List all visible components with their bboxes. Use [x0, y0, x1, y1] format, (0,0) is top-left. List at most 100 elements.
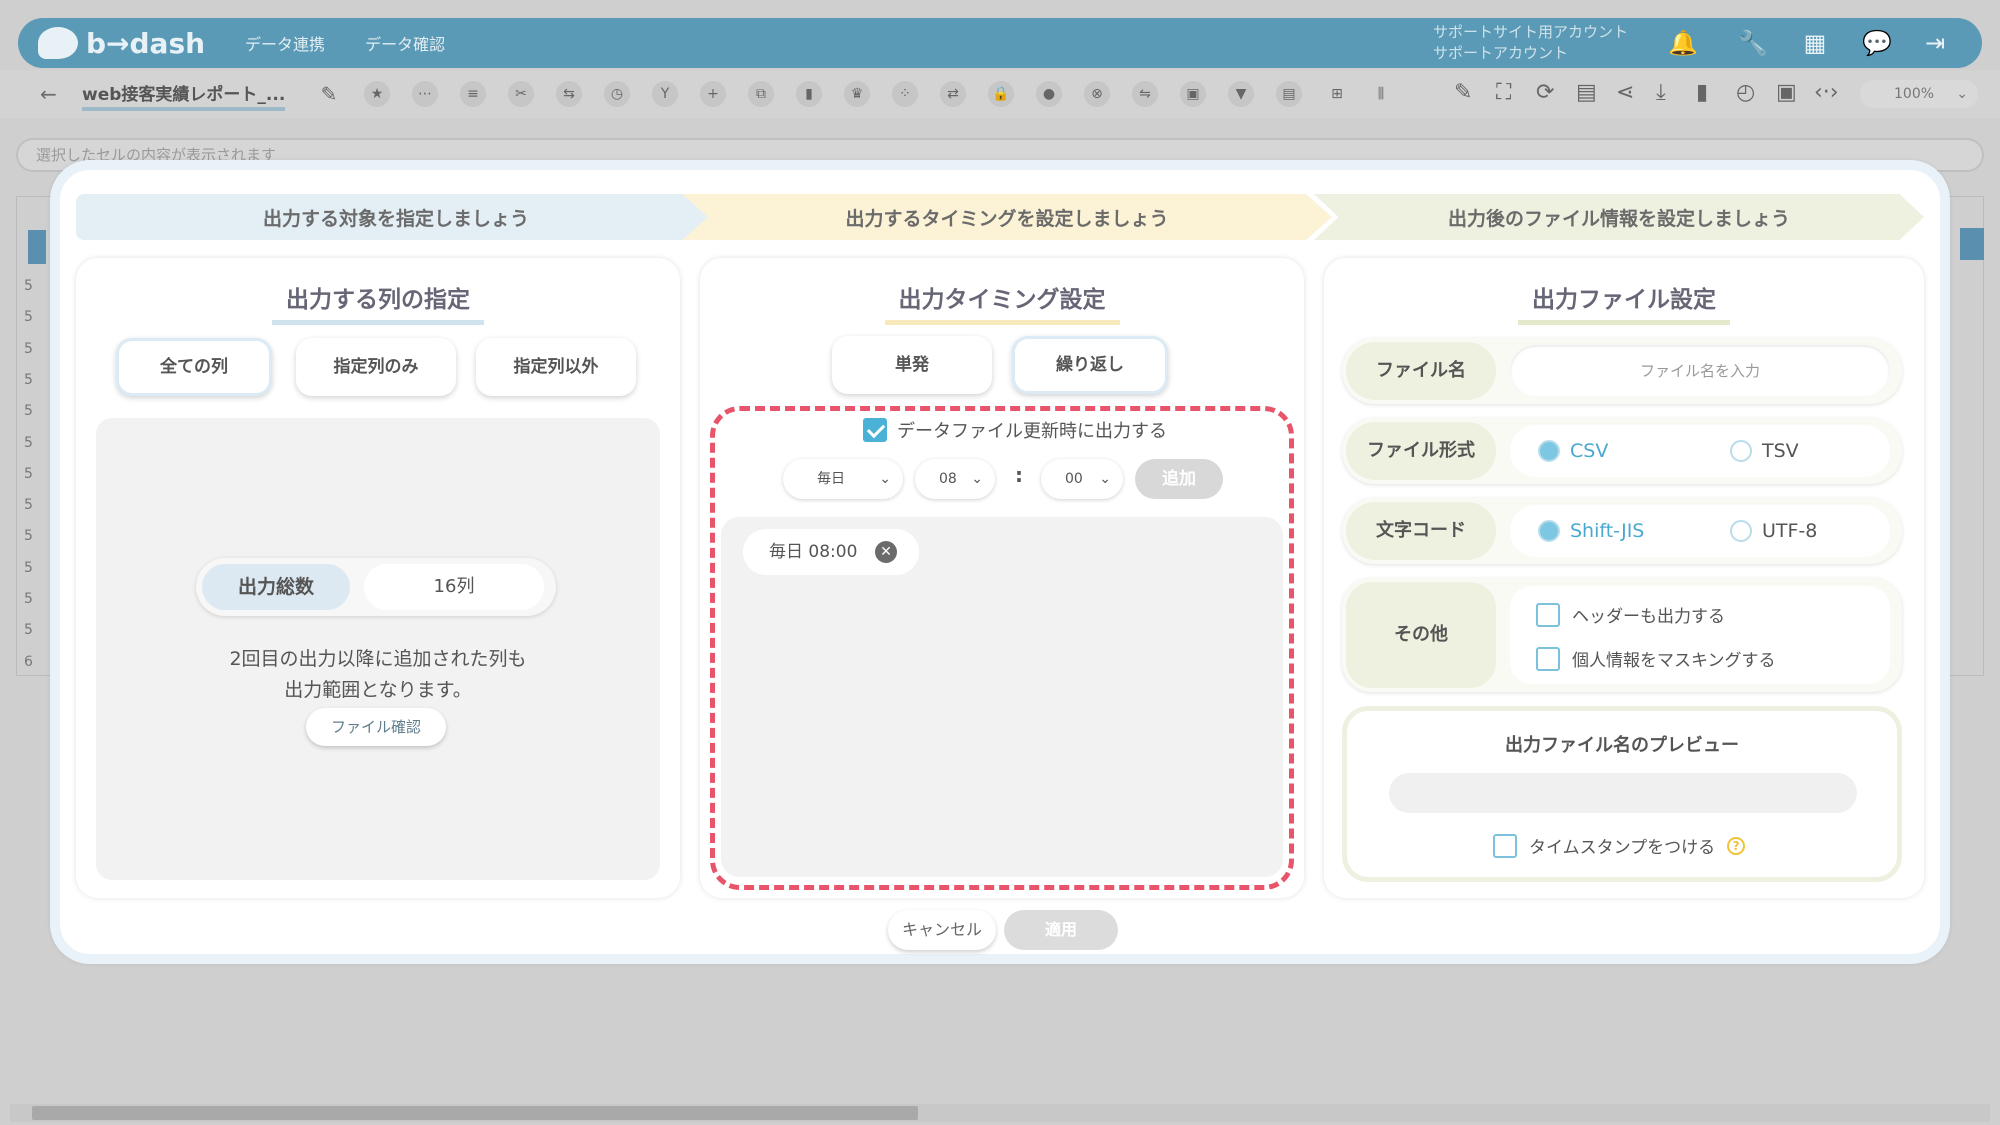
schedule-list: 毎日 08:00 ✕ [721, 517, 1283, 877]
help-icon[interactable]: ? [1727, 836, 1746, 855]
download-icon[interactable]: ⤓ [1656, 80, 1666, 105]
nav-data-link[interactable]: データ連携 [245, 31, 325, 55]
encoding-utf8-radio[interactable]: UTF-8 [1730, 520, 1817, 542]
header-checkbox[interactable] [1536, 602, 1560, 627]
exchange-icon[interactable]: ⇋ [1132, 81, 1158, 107]
history-icon[interactable]: ◴ [1736, 80, 1755, 105]
copy-icon[interactable]: ⧉ [748, 81, 774, 107]
row-number: 5 [24, 371, 33, 388]
file-check-button[interactable]: ファイル確認 [306, 708, 446, 746]
back-arrow-icon[interactable]: ← [40, 82, 57, 106]
format-label: ファイル形式 [1346, 422, 1496, 480]
sync-icon[interactable]: ⟳ [1536, 80, 1554, 105]
code-icon[interactable]: ‹·› [1814, 80, 1839, 105]
branch-icon[interactable]: Y [652, 81, 678, 107]
zoom-value: 100% [1894, 86, 1935, 102]
chat-icon[interactable]: 💬 [1862, 30, 1892, 56]
cancel-button[interactable]: キャンセル [888, 910, 996, 950]
scatter-icon[interactable]: ⁘ [892, 81, 918, 107]
horizontal-scrollbar-thumb[interactable] [32, 1106, 918, 1120]
cut-icon[interactable]: ✂ [508, 81, 534, 107]
zoom-select[interactable]: 100% ⌄ [1860, 80, 1978, 108]
clipboard-icon[interactable]: ▤ [1576, 80, 1597, 105]
wrench-icon[interactable]: 🔧 [1738, 30, 1768, 56]
radio-dot [1730, 520, 1752, 542]
filename-preview: 出力ファイル名のプレビュー タイムスタンプをつける ? [1342, 706, 1902, 882]
account-line-1: サポートサイト用アカウント [1433, 23, 1629, 41]
other-options-row: その他 ヘッダーも出力する 個人情報をマスキングする [1342, 578, 1902, 692]
frequency-select[interactable]: 毎日 ⌄ [783, 459, 903, 499]
report-title[interactable]: web接客実績レポート_... [82, 80, 286, 111]
columns-icon[interactable]: ⫼ [1368, 81, 1394, 107]
frame-icon[interactable]: ▣ [1180, 81, 1206, 107]
step-timing-label: 出力するタイミングを設定しましょう [845, 207, 1169, 230]
timer-icon[interactable]: ◷ [604, 81, 630, 107]
update-trigger-checkbox[interactable] [863, 418, 887, 442]
lock-icon[interactable]: 🔒 [988, 81, 1014, 107]
filter-icon[interactable]: ▼ [1228, 81, 1254, 107]
encoding-row: 文字コード Shift-JIS UTF-8 [1342, 498, 1902, 564]
encoding-sjis-label: Shift-JIS [1570, 520, 1645, 542]
output-settings-modal: 出力する対象を指定しましょう 出力するタイミングを設定しましょう 出力後のファイ… [50, 160, 1950, 964]
more-icon[interactable]: ⋯ [412, 81, 438, 107]
crown-icon[interactable]: ♛ [844, 81, 870, 107]
bag-icon[interactable]: ● [1036, 81, 1062, 107]
logo[interactable]: b→dash [38, 27, 205, 60]
columns-note-line-1: 2回目の出力以降に追加された列も [229, 648, 527, 670]
row-number: 5 [24, 403, 33, 420]
excluded-columns-button[interactable]: 指定列以外 [476, 338, 636, 396]
minute-select[interactable]: 00 ⌄ [1041, 459, 1123, 499]
row-number: 5 [24, 278, 33, 294]
filename-row: ファイル名 ファイル名を入力 [1342, 338, 1902, 404]
plus-icon[interactable]: + [700, 81, 726, 107]
trash-icon[interactable]: ▮ [796, 81, 822, 107]
delete-icon[interactable]: ▮ [1696, 80, 1708, 105]
star-icon[interactable]: ★ [364, 81, 390, 107]
repeat-settings-highlight: データファイル更新時に出力する 毎日 ⌄ 08 ⌄ : 00 ⌄ 追加 毎日 0… [710, 406, 1294, 890]
apply-button[interactable]: 適用 [1004, 910, 1118, 950]
filename-input[interactable]: ファイル名を入力 [1510, 345, 1890, 397]
update-trigger-label: データファイル更新時に出力する [897, 421, 1167, 442]
mask-option-label: 個人情報をマスキングする [1572, 651, 1776, 671]
logout-icon[interactable]: ⇥ [1922, 30, 1948, 56]
format-tsv-radio[interactable]: TSV [1730, 440, 1799, 462]
edit-pencil-icon[interactable]: ✎ [316, 81, 342, 107]
all-columns-button[interactable]: 全ての列 [116, 338, 272, 396]
share-icon[interactable]: ⋖ [1616, 80, 1634, 105]
edit-note-icon[interactable]: ✎ [1454, 80, 1472, 105]
format-csv-radio[interactable]: CSV [1538, 440, 1608, 462]
frequency-value: 毎日 [817, 471, 845, 487]
encoding-label: 文字コード [1346, 502, 1496, 560]
header-option[interactable]: ヘッダーも出力する [1536, 602, 1725, 627]
nav-data-check[interactable]: データ確認 [365, 31, 445, 55]
grid-apps-icon[interactable]: ▦ [1802, 30, 1828, 56]
bell-icon[interactable]: 🔔 [1668, 30, 1698, 56]
account-line-2: サポートアカウント [1433, 44, 1569, 62]
encoding-sjis-radio[interactable]: Shift-JIS [1538, 520, 1644, 542]
mask-option[interactable]: 個人情報をマスキングする [1536, 646, 1776, 671]
list-icon[interactable]: ≡ [460, 81, 486, 107]
account-info[interactable]: サポートサイト用アカウント サポートアカウント [1433, 22, 1628, 64]
chevron-down-icon: ⌄ [971, 471, 983, 487]
close-circle-icon[interactable]: ⊗ [1084, 81, 1110, 107]
pivot-icon[interactable]: ⊞ [1324, 81, 1350, 107]
refresh-icon[interactable]: ⇄ [940, 81, 966, 107]
close-icon[interactable]: ✕ [875, 541, 897, 563]
timestamp-checkbox[interactable] [1493, 833, 1517, 858]
update-trigger-row[interactable]: データファイル更新時に出力する [863, 417, 1167, 443]
radio-dot [1538, 440, 1560, 462]
timestamp-label: タイムスタンプをつける [1529, 838, 1716, 858]
logo-text: b→dash [86, 26, 206, 60]
hour-select[interactable]: 08 ⌄ [915, 459, 995, 499]
selected-columns-button[interactable]: 指定列のみ [296, 338, 456, 396]
schedule-chip-label: 毎日 08:00 [769, 542, 858, 562]
export-icon[interactable]: ▣ [1776, 80, 1797, 105]
one-time-button[interactable]: 単発 [832, 336, 992, 394]
repeat-button[interactable]: 繰り返し [1012, 336, 1168, 394]
timestamp-option[interactable]: タイムスタンプをつける ? [1493, 833, 1746, 858]
fullscreen-icon[interactable]: ⛶ [1496, 80, 1511, 105]
mask-checkbox[interactable] [1536, 646, 1560, 671]
add-schedule-button[interactable]: 追加 [1135, 459, 1223, 499]
merge-icon[interactable]: ⇆ [556, 81, 582, 107]
table-icon[interactable]: ▤ [1276, 81, 1302, 107]
